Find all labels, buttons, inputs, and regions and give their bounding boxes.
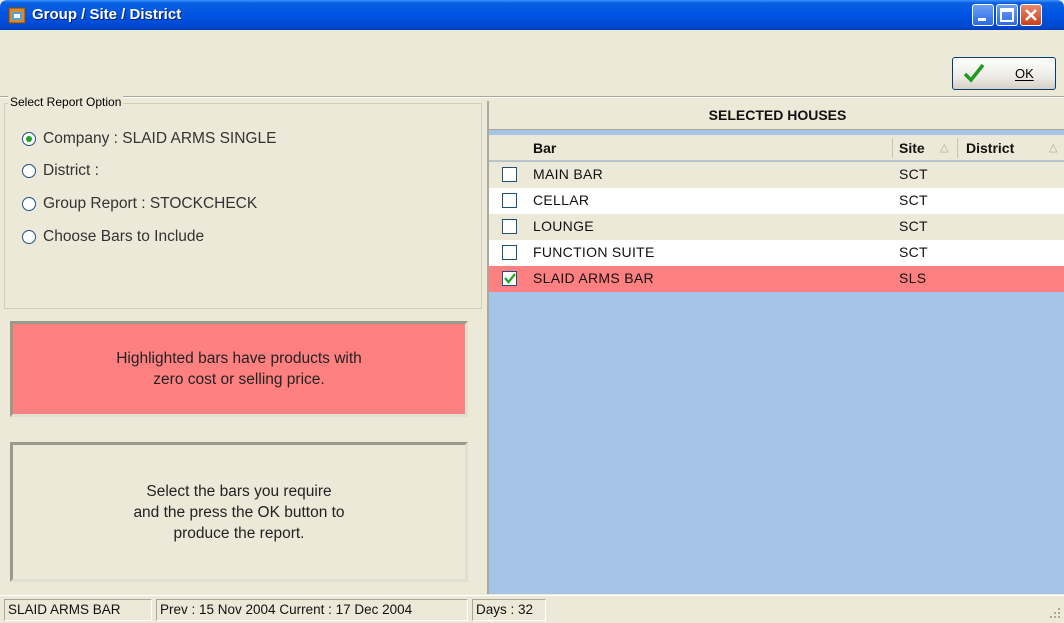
checkmark-icon [963, 63, 985, 83]
cell-site: SCT [899, 192, 928, 208]
radio-choose-bars[interactable]: Choose Bars to Include [22, 226, 204, 248]
minimize-icon [978, 18, 986, 21]
row-checkbox[interactable] [502, 167, 517, 182]
radio-group-report[interactable]: Group Report : STOCKCHECK [22, 193, 257, 215]
radio-district[interactable]: District : [22, 160, 99, 182]
status-bar: SLAID ARMS BAR Prev : 15 Nov 2004 Curren… [0, 595, 1064, 623]
table-row[interactable]: CELLAR SCT [489, 188, 1064, 214]
cell-site: SLS [899, 270, 927, 286]
column-header-bar[interactable]: Bar [533, 140, 556, 156]
app-icon [8, 7, 26, 24]
radio-company-label: Company : SLAID ARMS SINGLE [43, 130, 277, 147]
table-row[interactable]: LOUNGE SCT [489, 214, 1064, 240]
sort-triangle-icon: △ [940, 142, 949, 154]
status-bar-name: SLAID ARMS BAR [4, 599, 152, 621]
table-row[interactable]: FUNCTION SUITE SCT [489, 240, 1064, 266]
row-checkbox[interactable] [502, 271, 517, 286]
cell-bar: SLAID ARMS BAR [533, 270, 654, 286]
maximize-icon [1000, 8, 1014, 22]
column-divider[interactable] [957, 138, 958, 158]
cell-bar: CELLAR [533, 192, 590, 208]
report-option-legend: Select Report Option [8, 95, 124, 109]
selected-houses-panel: SELECTED HOUSES Bar Site △ District △ MA… [487, 101, 1064, 594]
ok-button-label: OK [1015, 66, 1034, 81]
report-window: Group / Site / District OK Select Report… [0, 0, 1064, 623]
grid-header: Bar Site △ District △ [489, 135, 1064, 161]
status-dates: Prev : 15 Nov 2004 Current : 17 Dec 2004 [156, 599, 468, 621]
cell-bar: MAIN BAR [533, 166, 604, 182]
radio-choose-bars-label: Choose Bars to Include [43, 228, 205, 245]
cell-bar: LOUNGE [533, 218, 594, 234]
radio-district-label: District : [43, 162, 99, 179]
cell-site: SCT [899, 218, 928, 234]
column-divider[interactable] [892, 138, 893, 158]
instructions-text: Select the bars you require and the pres… [133, 482, 345, 542]
close-button[interactable] [1020, 4, 1042, 26]
cell-site: SCT [899, 244, 928, 260]
column-header-district[interactable]: District [966, 140, 1014, 156]
resize-grip-icon[interactable] [1048, 606, 1062, 620]
instructions-box: Select the bars you require and the pres… [10, 442, 468, 582]
radio-company[interactable]: Company : SLAID ARMS SINGLE [22, 128, 276, 150]
highlight-note-text: Highlighted bars have products with zero… [116, 350, 362, 388]
title-bar[interactable]: Group / Site / District [0, 0, 1064, 30]
cell-bar: FUNCTION SUITE [533, 244, 655, 260]
minimize-button[interactable] [972, 4, 994, 26]
row-checkbox[interactable] [502, 193, 517, 208]
ok-button[interactable]: OK [952, 57, 1056, 90]
maximize-button[interactable] [996, 4, 1018, 26]
table-row[interactable]: MAIN BAR SCT [489, 162, 1064, 188]
toolbar-divider [0, 96, 1064, 98]
radio-group-report-label: Group Report : STOCKCHECK [43, 195, 258, 212]
radio-button[interactable] [22, 197, 36, 211]
radio-button[interactable] [22, 230, 36, 244]
row-checkbox[interactable] [502, 219, 517, 234]
table-row[interactable]: SLAID ARMS BAR SLS [489, 266, 1064, 292]
status-days: Days : 32 [472, 599, 546, 621]
sort-triangle-icon: △ [1049, 142, 1058, 154]
row-checkbox[interactable] [502, 245, 517, 260]
cell-site: SCT [899, 166, 928, 182]
checkmark-icon [504, 273, 516, 284]
radio-button[interactable] [22, 132, 36, 146]
highlight-note-box: Highlighted bars have products with zero… [10, 321, 468, 417]
radio-button[interactable] [22, 164, 36, 178]
window-title: Group / Site / District [32, 6, 182, 23]
close-icon [1025, 9, 1037, 21]
selected-houses-title: SELECTED HOUSES [489, 101, 1064, 130]
column-header-site[interactable]: Site [899, 140, 925, 156]
